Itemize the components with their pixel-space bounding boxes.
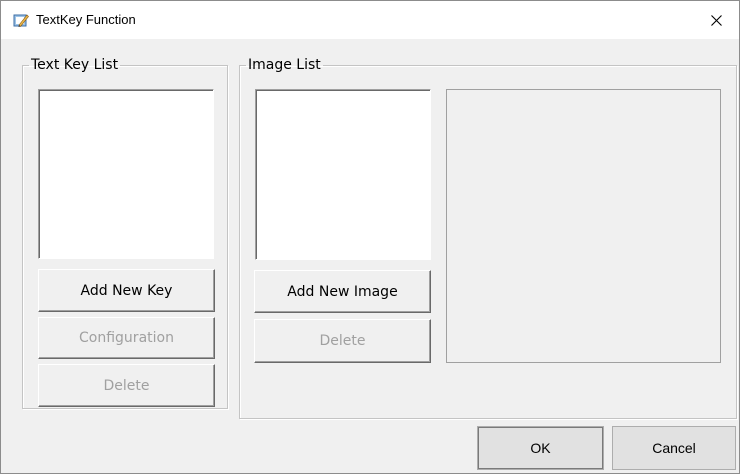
close-button[interactable] <box>693 1 739 39</box>
add-new-key-button[interactable]: Add New Key <box>38 269 215 312</box>
add-new-image-button[interactable]: Add New Image <box>254 270 431 313</box>
textkey-function-dialog: TextKey Function Text Key List Add New K… <box>0 0 740 474</box>
title-bar: TextKey Function <box>1 1 739 39</box>
text-key-list-legend: Text Key List <box>31 57 119 73</box>
delete-key-button[interactable]: Delete <box>38 364 215 407</box>
window-title: TextKey Function <box>36 12 136 27</box>
app-icon <box>13 12 29 28</box>
configuration-button[interactable]: Configuration <box>38 317 215 359</box>
close-icon <box>710 14 722 26</box>
delete-image-button[interactable]: Delete <box>254 319 431 363</box>
text-key-listbox[interactable] <box>38 89 214 259</box>
image-preview-panel <box>446 89 721 363</box>
image-list-legend: Image List <box>248 57 321 73</box>
cancel-button[interactable]: Cancel <box>612 426 736 470</box>
image-listbox[interactable] <box>255 89 431 260</box>
ok-button[interactable]: OK <box>477 426 604 470</box>
